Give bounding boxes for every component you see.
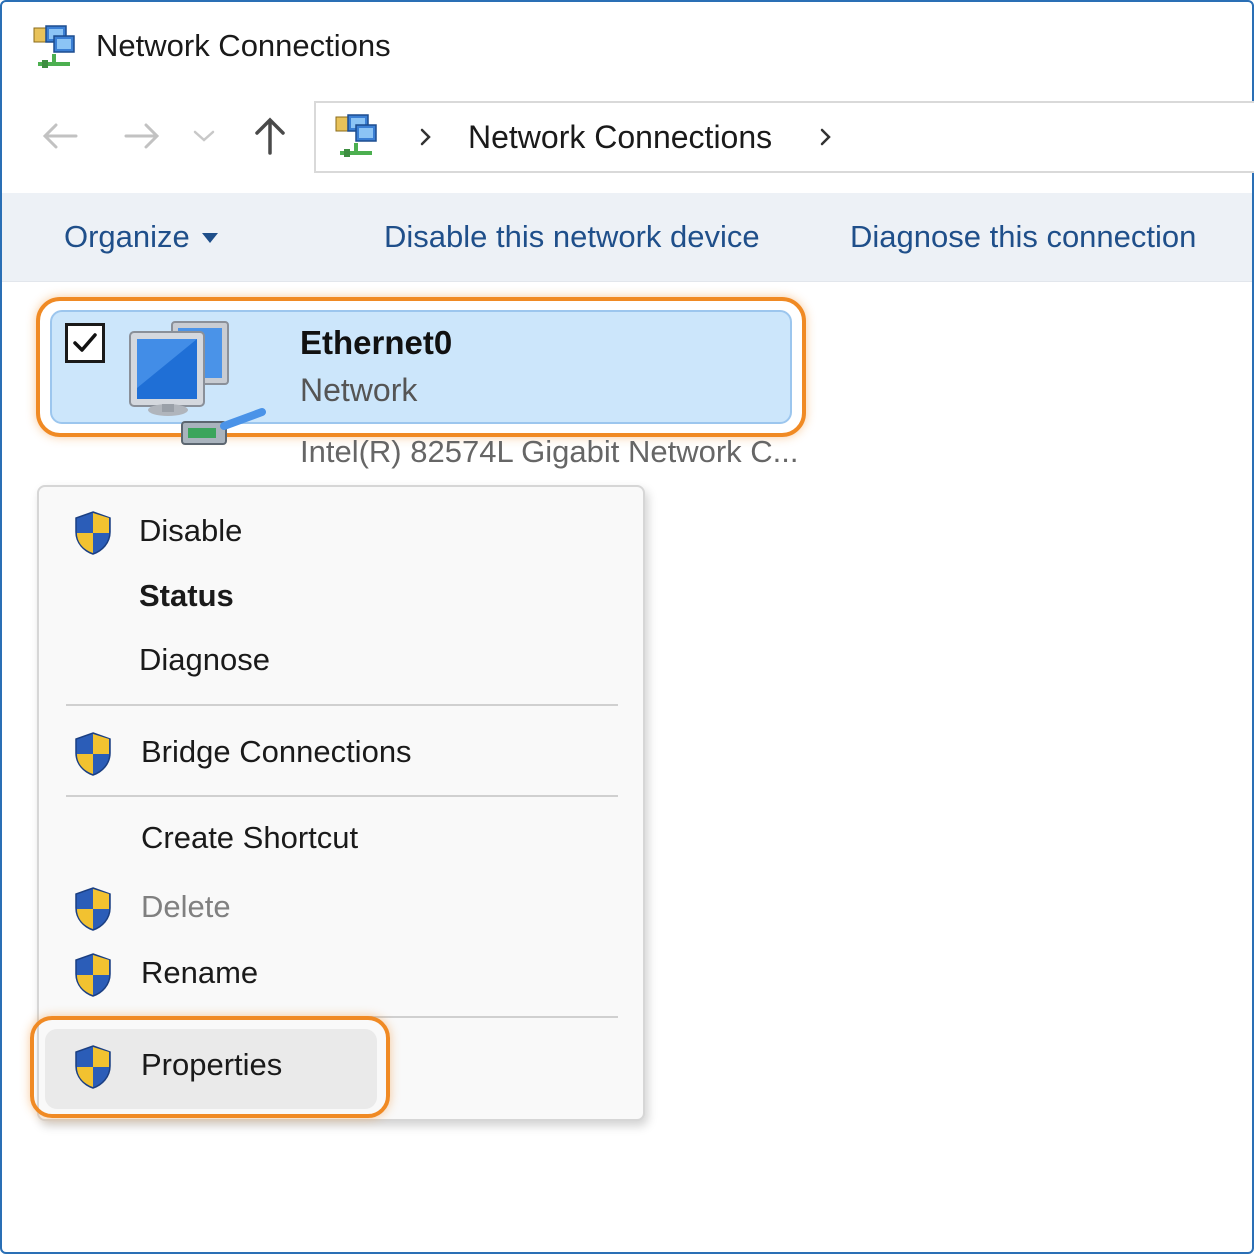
menu-item-rename[interactable]: Rename — [141, 955, 258, 991]
chevron-right-icon[interactable] — [416, 123, 436, 151]
arrow-left-icon — [42, 123, 78, 149]
connection-name: Ethernet0 — [300, 324, 453, 361]
menu-item-bridge-connections[interactable]: Bridge Connections — [141, 734, 412, 770]
connection-device: Intel(R) 82574L Gigabit Network C... — [300, 434, 799, 469]
title-bar: Network Connections — [0, 0, 1254, 96]
menu-separator — [66, 795, 618, 797]
chevron-right-icon[interactable] — [816, 123, 836, 151]
checkmark-icon — [73, 333, 97, 352]
arrow-right-icon — [124, 123, 160, 149]
shield-icon — [75, 1045, 111, 1089]
forward-button[interactable] — [120, 114, 164, 158]
menu-item-status[interactable]: Status — [139, 578, 234, 614]
shield-icon — [75, 732, 111, 776]
arrow-up-icon — [255, 117, 285, 155]
shield-icon — [75, 953, 111, 997]
network-connections-icon — [33, 25, 75, 68]
menu-item-properties[interactable]: Properties — [141, 1047, 282, 1083]
network-connections-icon — [335, 114, 377, 157]
shield-icon — [75, 511, 111, 555]
menu-item-diagnose[interactable]: Diagnose — [139, 642, 270, 678]
recent-locations-button[interactable] — [186, 114, 222, 158]
menu-separator — [66, 704, 618, 706]
breadcrumb-network-connections[interactable]: Network Connections — [468, 119, 772, 156]
window-title: Network Connections — [96, 28, 391, 63]
menu-item-create-shortcut[interactable]: Create Shortcut — [141, 820, 358, 856]
up-button[interactable] — [248, 114, 292, 158]
chevron-down-icon — [193, 130, 215, 142]
organize-button[interactable]: Organize — [64, 219, 190, 255]
diagnose-connection-button[interactable]: Diagnose this connection — [850, 219, 1196, 255]
back-button[interactable] — [38, 114, 82, 158]
item-checkbox[interactable] — [65, 323, 105, 363]
connection-status: Network — [300, 372, 418, 408]
disable-network-device-button[interactable]: Disable this network device — [384, 219, 760, 255]
menu-item-delete[interactable]: Delete — [141, 889, 231, 925]
address-bar[interactable]: Network Connections — [314, 101, 1254, 173]
command-bar: Organize Disable this network device Dia… — [2, 193, 1252, 282]
ethernet-adapter-icon — [129, 321, 266, 445]
menu-item-disable[interactable]: Disable — [139, 513, 242, 549]
caret-down-icon[interactable] — [200, 231, 220, 245]
shield-icon — [75, 887, 111, 931]
